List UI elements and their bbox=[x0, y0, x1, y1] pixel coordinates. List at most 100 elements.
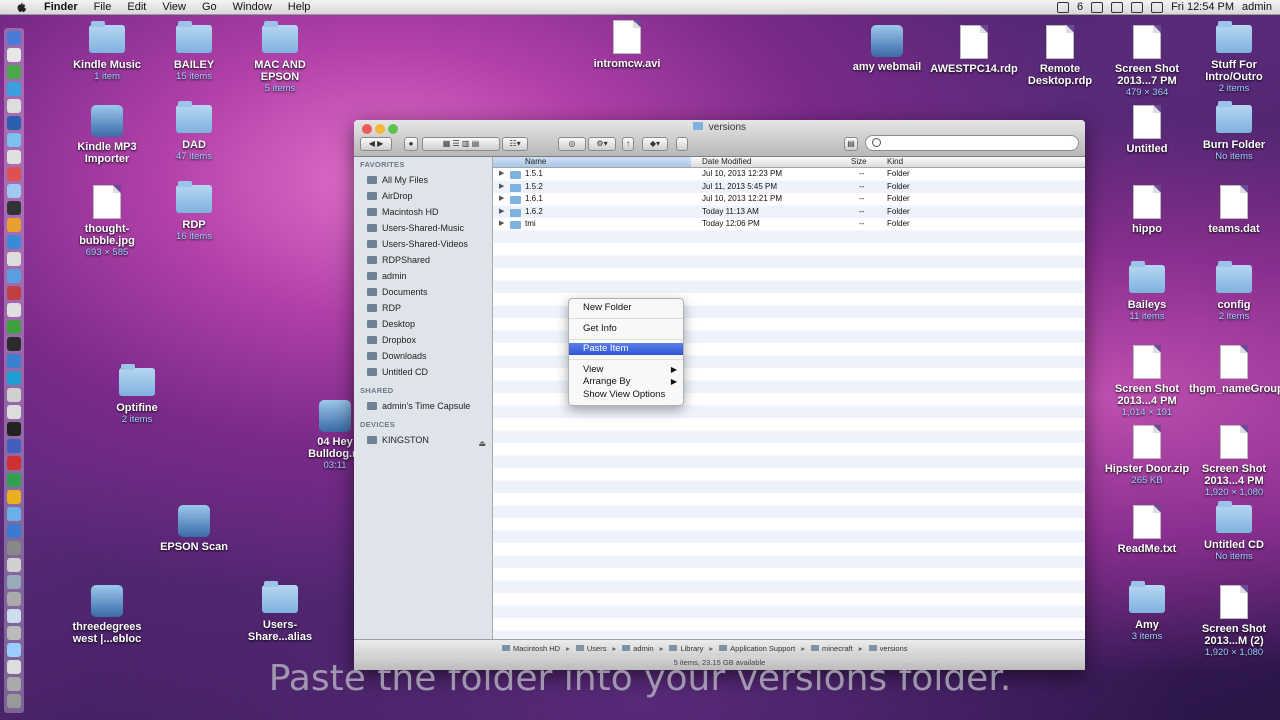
dock-app-icon[interactable] bbox=[7, 252, 21, 266]
desktop-icon[interactable]: Screen Shot 2013...M (2) 1,920 × 1,080 bbox=[1189, 585, 1279, 659]
desktop-icon[interactable]: ReadMe.txt bbox=[1102, 505, 1192, 555]
time-machine-icon[interactable] bbox=[1111, 1, 1124, 13]
dock-app-icon[interactable] bbox=[7, 643, 21, 657]
menu-item-get-info[interactable]: Get Info bbox=[569, 323, 683, 335]
dock-app-icon[interactable] bbox=[7, 269, 21, 283]
quick-look-button[interactable]: ◎ bbox=[558, 137, 586, 151]
desktop-icon[interactable]: teams.dat bbox=[1189, 185, 1279, 235]
menu-item-arrange-by[interactable]: Arrange By ▶ bbox=[569, 376, 683, 388]
desktop-icon[interactable]: Stuff For Intro/Outro 2 items bbox=[1189, 21, 1279, 95]
dock-app-icon[interactable] bbox=[7, 592, 21, 606]
desktop-icon[interactable]: AWESTPC14.rdp bbox=[929, 25, 1019, 75]
sidebar-item[interactable]: admin bbox=[354, 268, 492, 284]
wifi-icon[interactable] bbox=[1131, 1, 1144, 13]
sidebar-item[interactable]: Users-Shared-Videos bbox=[354, 236, 492, 252]
table-row[interactable]: ▶ 1.6.2 Today 11:13 AM -- Folder bbox=[493, 206, 1085, 219]
dock-app-icon[interactable] bbox=[7, 218, 21, 232]
dock-app-icon[interactable] bbox=[7, 354, 21, 368]
dock-app-icon[interactable] bbox=[7, 133, 21, 147]
eject-icon[interactable]: ⏏ bbox=[478, 436, 486, 452]
desktop-icon[interactable]: Burn Folder No items bbox=[1189, 101, 1279, 163]
dock-app-icon[interactable] bbox=[7, 422, 21, 436]
dock-app-icon[interactable] bbox=[7, 439, 21, 453]
path-segment[interactable]: Library bbox=[669, 644, 703, 653]
apple-menu-icon[interactable] bbox=[14, 1, 28, 13]
column-name[interactable]: Name bbox=[493, 157, 691, 167]
table-row[interactable]: ▶ 1.5.1 Jul 10, 2013 12:23 PM -- Folder bbox=[493, 168, 1085, 181]
dock-app-icon[interactable] bbox=[7, 201, 21, 215]
dropbox-button[interactable]: ◆▾ bbox=[642, 137, 668, 151]
menu-item-paste-item[interactable]: Paste Item bbox=[569, 343, 683, 355]
dock-app-icon[interactable] bbox=[7, 65, 21, 79]
archive-icon[interactable]: ▤ bbox=[844, 137, 858, 151]
table-row[interactable]: ▶ tmi Today 12:06 PM -- Folder bbox=[493, 218, 1085, 231]
sidebar-item[interactable]: Downloads bbox=[354, 348, 492, 364]
sidebar-item[interactable]: admin's Time Capsule bbox=[354, 398, 492, 414]
menu-file[interactable]: File bbox=[86, 0, 120, 14]
desktop-icon[interactable]: RDP 16 items bbox=[149, 181, 239, 243]
dock-app-icon[interactable] bbox=[7, 337, 21, 351]
action-gear-button[interactable]: ⚙▾ bbox=[588, 137, 616, 151]
doc-icon[interactable] bbox=[676, 137, 688, 151]
dock-app-icon[interactable] bbox=[7, 388, 21, 402]
dock-app-icon[interactable] bbox=[7, 116, 21, 130]
sidebar-item[interactable]: Documents bbox=[354, 284, 492, 300]
sidebar-item[interactable]: AirDrop bbox=[354, 188, 492, 204]
desktop-icon[interactable]: Kindle MP3 Importer bbox=[62, 105, 152, 165]
desktop-icon[interactable]: thought-bubble.jpg 693 × 585 bbox=[62, 185, 152, 259]
sidebar-item[interactable]: Macintosh HD bbox=[354, 204, 492, 220]
desktop-icon[interactable]: Baileys 11 items bbox=[1102, 261, 1192, 323]
sidebar-item[interactable]: Untitled CD bbox=[354, 364, 492, 380]
desktop-icon[interactable]: threedegrees west |...ebloc bbox=[62, 585, 152, 645]
dock-app-icon[interactable] bbox=[7, 371, 21, 385]
desktop-icon[interactable]: Untitled bbox=[1102, 105, 1192, 155]
dock-app-icon[interactable] bbox=[7, 303, 21, 317]
dock-app-icon[interactable] bbox=[7, 456, 21, 470]
path-segment[interactable]: Users bbox=[575, 644, 606, 653]
desktop-icon[interactable]: Users-Share...alias bbox=[235, 581, 325, 643]
share-icon[interactable]: ↑ bbox=[622, 137, 634, 151]
sidebar-item[interactable]: RDPShared bbox=[354, 252, 492, 268]
desktop-icon[interactable]: Screen Shot 2013...4 PM 1,920 × 1,080 bbox=[1189, 425, 1279, 499]
dock-app-icon[interactable] bbox=[7, 167, 21, 181]
sidebar-item[interactable]: Users-Shared-Music bbox=[354, 220, 492, 236]
arrange-button[interactable]: ☷▾ bbox=[502, 137, 528, 151]
menu-edit[interactable]: Edit bbox=[119, 0, 154, 14]
sidebar-item[interactable]: Dropbox bbox=[354, 332, 492, 348]
window-titlebar[interactable]: versions ◀ ▶ ● ▦ ☰ ▥ ▤ ☷▾ ◎ ⚙▾ ↑ ◆▾ ▤ bbox=[354, 120, 1085, 157]
path-segment[interactable]: Application Support bbox=[719, 644, 795, 653]
disclosure-triangle-icon[interactable]: ▶ bbox=[499, 218, 504, 231]
desktop-icon[interactable]: Screen Shot 2013...7 PM 479 × 364 bbox=[1102, 25, 1192, 99]
dock-app-icon[interactable] bbox=[7, 235, 21, 249]
dock-app-icon[interactable] bbox=[7, 184, 21, 198]
screen-record-icon[interactable] bbox=[1056, 1, 1069, 13]
path-segment[interactable]: Macintosh HD bbox=[502, 644, 560, 653]
desktop-icon[interactable]: EPSON Scan bbox=[149, 505, 239, 553]
sidebar-item[interactable]: All My Files bbox=[354, 172, 492, 188]
desktop-icon[interactable]: thgm_nameGroups.txt bbox=[1189, 345, 1280, 395]
path-icon[interactable]: ● bbox=[404, 137, 418, 151]
dock-app-icon[interactable] bbox=[7, 320, 21, 334]
menu-clock[interactable]: Fri 12:54 PM bbox=[1171, 1, 1234, 13]
menu-go[interactable]: Go bbox=[194, 0, 225, 14]
menu-item-view[interactable]: View ▶ bbox=[569, 364, 683, 376]
dock-app-icon[interactable] bbox=[7, 575, 21, 589]
desktop-icon[interactable]: config 2 items bbox=[1189, 261, 1279, 323]
menu-item-new-folder[interactable]: New Folder bbox=[569, 302, 683, 314]
desktop-icon[interactable]: Screen Shot 2013...4 PM 1,014 × 191 bbox=[1102, 345, 1192, 419]
dock-app-icon[interactable] bbox=[7, 150, 21, 164]
dock-app-icon[interactable] bbox=[7, 48, 21, 62]
desktop-icon[interactable]: amy webmail bbox=[842, 25, 932, 73]
column-date-modified[interactable]: Date Modified bbox=[702, 157, 751, 167]
view-mode-buttons[interactable]: ▦ ☰ ▥ ▤ bbox=[422, 137, 500, 151]
sidebar-item[interactable]: Desktop bbox=[354, 316, 492, 332]
table-row[interactable]: ▶ 1.6.1 Jul 10, 2013 12:21 PM -- Folder bbox=[493, 193, 1085, 206]
disclosure-triangle-icon[interactable]: ▶ bbox=[499, 206, 504, 219]
menu-help[interactable]: Help bbox=[280, 0, 319, 14]
dock-app-icon[interactable] bbox=[7, 286, 21, 300]
disclosure-triangle-icon[interactable]: ▶ bbox=[499, 193, 504, 206]
dock-app-icon[interactable] bbox=[7, 473, 21, 487]
desktop-icon[interactable]: Optifine 2 items bbox=[92, 364, 182, 426]
dock-app-icon[interactable] bbox=[7, 31, 21, 45]
dock-app-icon[interactable] bbox=[7, 82, 21, 96]
